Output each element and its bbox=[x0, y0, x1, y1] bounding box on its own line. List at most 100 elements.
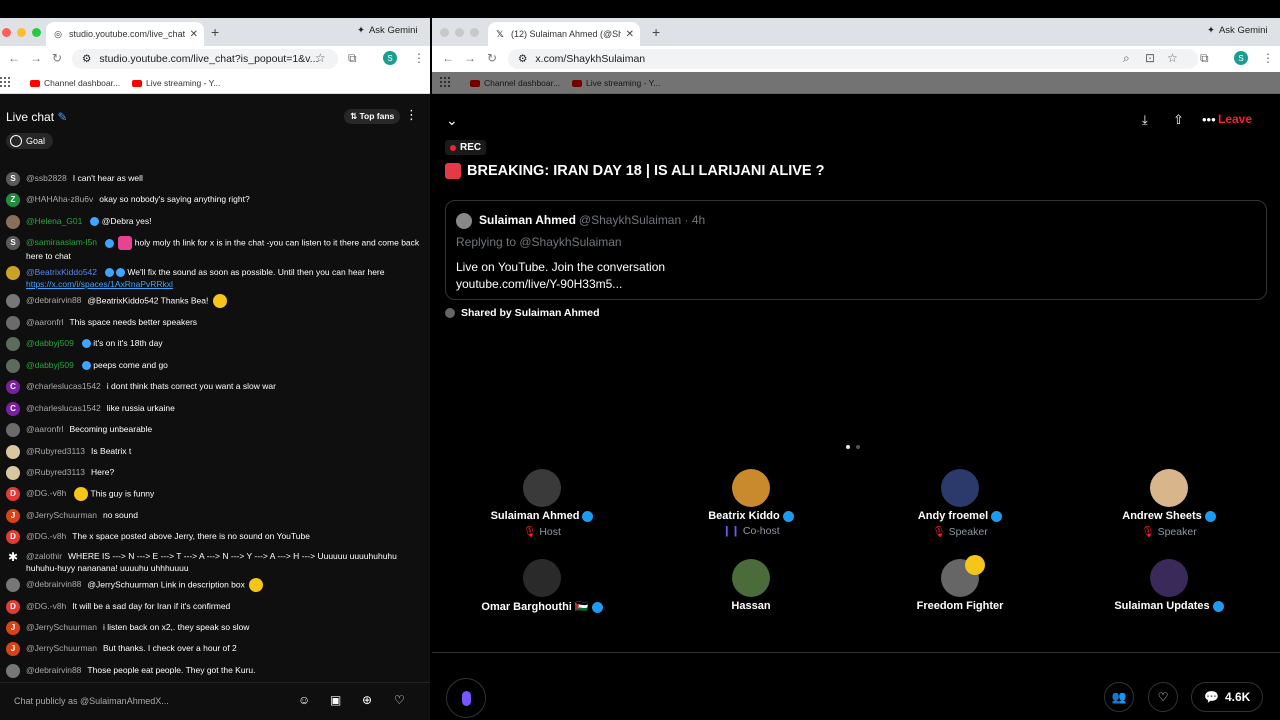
chat-message: C @charleslucas1542 like russia urkaine bbox=[6, 402, 421, 416]
profile-avatar[interactable]: S bbox=[383, 51, 397, 65]
zoom-window-button[interactable] bbox=[470, 28, 479, 37]
site-info-icon[interactable]: ⚙ bbox=[518, 53, 527, 65]
chat-author[interactable]: @DG.-v8h bbox=[26, 531, 66, 541]
back-icon[interactable]: ← bbox=[8, 51, 20, 65]
chat-author[interactable]: @Helena_G01 bbox=[26, 216, 82, 226]
chat-author[interactable]: @debrairvin88 bbox=[26, 295, 81, 305]
chat-author[interactable]: @Rubyred3113 bbox=[26, 467, 85, 477]
participant[interactable]: Andrew Sheets 🎙 Speaker bbox=[1069, 469, 1269, 538]
ask-gemini-button[interactable]: ✦ Ask Gemini bbox=[357, 25, 418, 36]
chat-author[interactable]: @HAHAha-z8u6v bbox=[26, 194, 93, 204]
url-field[interactable]: ⚙ studio.youtube.com/live_chat?is_popout… bbox=[72, 49, 338, 69]
zoom-window-button[interactable] bbox=[32, 28, 41, 37]
menu-icon[interactable]: ⋮ bbox=[413, 51, 425, 65]
chat-author[interactable]: @JerrySchuurman bbox=[26, 510, 97, 520]
forward-icon[interactable]: → bbox=[30, 51, 42, 65]
minimize-window-button[interactable] bbox=[455, 28, 464, 37]
bookmark-channel-dashboard[interactable]: Channel dashboar... bbox=[30, 78, 120, 88]
minimize-window-button[interactable] bbox=[17, 28, 26, 37]
chat-author[interactable]: @ssb2828 bbox=[26, 173, 67, 183]
chat-author[interactable]: @JerrySchuurman bbox=[26, 643, 97, 653]
apps-icon[interactable] bbox=[440, 77, 450, 87]
participant[interactable]: Hassan bbox=[651, 559, 851, 612]
reload-icon[interactable]: ↻ bbox=[52, 51, 62, 65]
profile-avatar[interactable]: S bbox=[1234, 51, 1248, 65]
tweet-author[interactable]: Sulaiman Ahmed @ShaykhSulaiman · 4h bbox=[479, 213, 705, 227]
close-tab-icon[interactable]: ✕ bbox=[190, 29, 198, 40]
chat-author[interactable]: @DG.-v8h bbox=[26, 488, 66, 498]
tab-search-icon[interactable]: ⧉ bbox=[348, 51, 357, 66]
forward-icon[interactable]: → bbox=[464, 51, 476, 65]
url-field[interactable]: ⚙ x.com/ShaykhSulaiman bbox=[508, 49, 1198, 69]
carousel-dot-active[interactable] bbox=[846, 445, 850, 449]
bookmark-live-streaming[interactable]: Live streaming - Y... bbox=[572, 78, 660, 88]
bookmark-live-streaming[interactable]: Live streaming - Y... bbox=[132, 78, 220, 88]
install-icon[interactable]: ⊡ bbox=[1145, 51, 1155, 65]
chat-author[interactable]: @debrairvin88 bbox=[26, 665, 81, 675]
share-icon[interactable]: ⇧ bbox=[1173, 112, 1184, 128]
zoom-icon[interactable]: ⌕ bbox=[1123, 51, 1130, 66]
chat-author[interactable]: @aaronfrl bbox=[26, 424, 63, 434]
new-tab-button[interactable]: + bbox=[652, 24, 660, 40]
close-window-button[interactable] bbox=[2, 28, 11, 37]
participant[interactable]: Andy froemel 🎙 Speaker bbox=[860, 469, 1060, 538]
bookmark-star-icon[interactable]: ☆ bbox=[315, 51, 326, 65]
chat-author[interactable]: @BeatrixKiddo542 bbox=[26, 267, 97, 277]
reload-icon[interactable]: ↻ bbox=[487, 51, 497, 65]
participant[interactable]: Freedom Fighter bbox=[860, 555, 1060, 612]
apps-icon[interactable] bbox=[0, 77, 10, 87]
chat-author[interactable]: @DG.-v8h bbox=[26, 601, 66, 611]
mic-button[interactable] bbox=[446, 678, 486, 718]
new-tab-button[interactable]: + bbox=[211, 24, 219, 40]
chat-author[interactable]: @debrairvin88 bbox=[26, 579, 81, 589]
back-icon[interactable]: ← bbox=[442, 51, 454, 65]
site-info-icon[interactable]: ⚙ bbox=[82, 53, 91, 65]
add-icon[interactable]: ⊕ bbox=[362, 693, 372, 707]
ask-gemini-button[interactable]: ✦ Ask Gemini bbox=[1207, 25, 1268, 36]
leave-button[interactable]: Leave bbox=[1218, 112, 1252, 126]
bookmark-star-icon[interactable]: ☆ bbox=[1167, 51, 1178, 65]
chat-author[interactable]: @samiraaslam-l5n bbox=[26, 237, 97, 247]
chat-author[interactable]: @dabbyj509 bbox=[26, 338, 74, 348]
close-tab-icon[interactable]: ✕ bbox=[626, 29, 634, 40]
super-chat-icon[interactable]: ▣ bbox=[330, 693, 341, 707]
window-controls[interactable] bbox=[2, 28, 41, 37]
window-controls[interactable] bbox=[440, 28, 479, 37]
emoji-icon[interactable]: ☺ bbox=[298, 693, 310, 707]
goal-button[interactable]: Goal bbox=[6, 133, 54, 149]
carousel-dot[interactable] bbox=[856, 445, 860, 449]
chat-input[interactable]: Chat publicly as @SulaimanAhmedX... bbox=[6, 691, 286, 711]
chat-author[interactable]: @charleslucas1542 bbox=[26, 381, 101, 391]
shared-tweet-card[interactable]: Sulaiman Ahmed @ShaykhSulaiman · 4h Reply… bbox=[445, 200, 1267, 300]
heart-icon[interactable]: ♡ bbox=[394, 693, 405, 707]
chat-author[interactable]: @dabbyj509 bbox=[26, 360, 74, 370]
tab-x-profile[interactable]: 𝕏 (12) Sulaiman Ahmed (@Shay ✕ bbox=[488, 22, 640, 46]
chat-author[interactable]: @JerrySchuurman bbox=[26, 622, 97, 632]
top-fans-dropdown[interactable]: ⇅ Top fans bbox=[344, 109, 401, 124]
chat-text: It will be a sad day for Iran if it's co… bbox=[72, 601, 231, 611]
chat-menu-icon[interactable]: ⋮ bbox=[405, 107, 418, 123]
chat-author[interactable]: @charleslucas1542 bbox=[26, 403, 101, 413]
tab-youtube-chat[interactable]: ◎ studio.youtube.com/live_chat ✕ bbox=[46, 22, 204, 46]
chat-messages[interactable]: S @ssb2828 I can't hear as well Z @HAHAha-z… bbox=[0, 150, 430, 680]
participant[interactable]: Beatrix Kiddo ❙❙ Co-host bbox=[651, 469, 851, 537]
collapse-chevron-icon[interactable]: ⌄ bbox=[446, 112, 458, 129]
bookmark-channel-dashboard[interactable]: Channel dashboar... bbox=[470, 78, 560, 88]
tab-search-icon[interactable]: ⧉ bbox=[1200, 51, 1209, 66]
people-button[interactable]: 👥 bbox=[1104, 682, 1134, 712]
chat-author[interactable]: @Rubyred3113 bbox=[26, 446, 85, 456]
participant[interactable]: Sulaiman Ahmed 🎙 Host bbox=[442, 469, 642, 538]
participant[interactable]: Sulaiman Updates bbox=[1069, 559, 1269, 612]
tweet-link[interactable]: youtube.com/live/Y-90H33m5... bbox=[456, 276, 665, 293]
menu-icon[interactable]: ⋮ bbox=[1262, 51, 1274, 65]
reactions-button[interactable]: ♡ bbox=[1148, 682, 1178, 712]
participant[interactable]: Omar Barghouthi 🇵🇸 bbox=[442, 559, 642, 613]
dock-icon[interactable]: ⤓ bbox=[1142, 112, 1148, 128]
chat-author[interactable]: @aaronfrl bbox=[26, 317, 63, 327]
chat-author[interactable]: @zalothir bbox=[26, 551, 62, 561]
space-link[interactable]: https://x.com/i/spaces/1AxRnaPvRRkxl bbox=[26, 279, 173, 289]
close-window-button[interactable] bbox=[440, 28, 449, 37]
listener-count-button[interactable]: 💬 4.6K bbox=[1191, 682, 1264, 712]
more-icon[interactable]: ••• bbox=[1202, 112, 1216, 127]
carousel-dots[interactable] bbox=[846, 445, 860, 449]
